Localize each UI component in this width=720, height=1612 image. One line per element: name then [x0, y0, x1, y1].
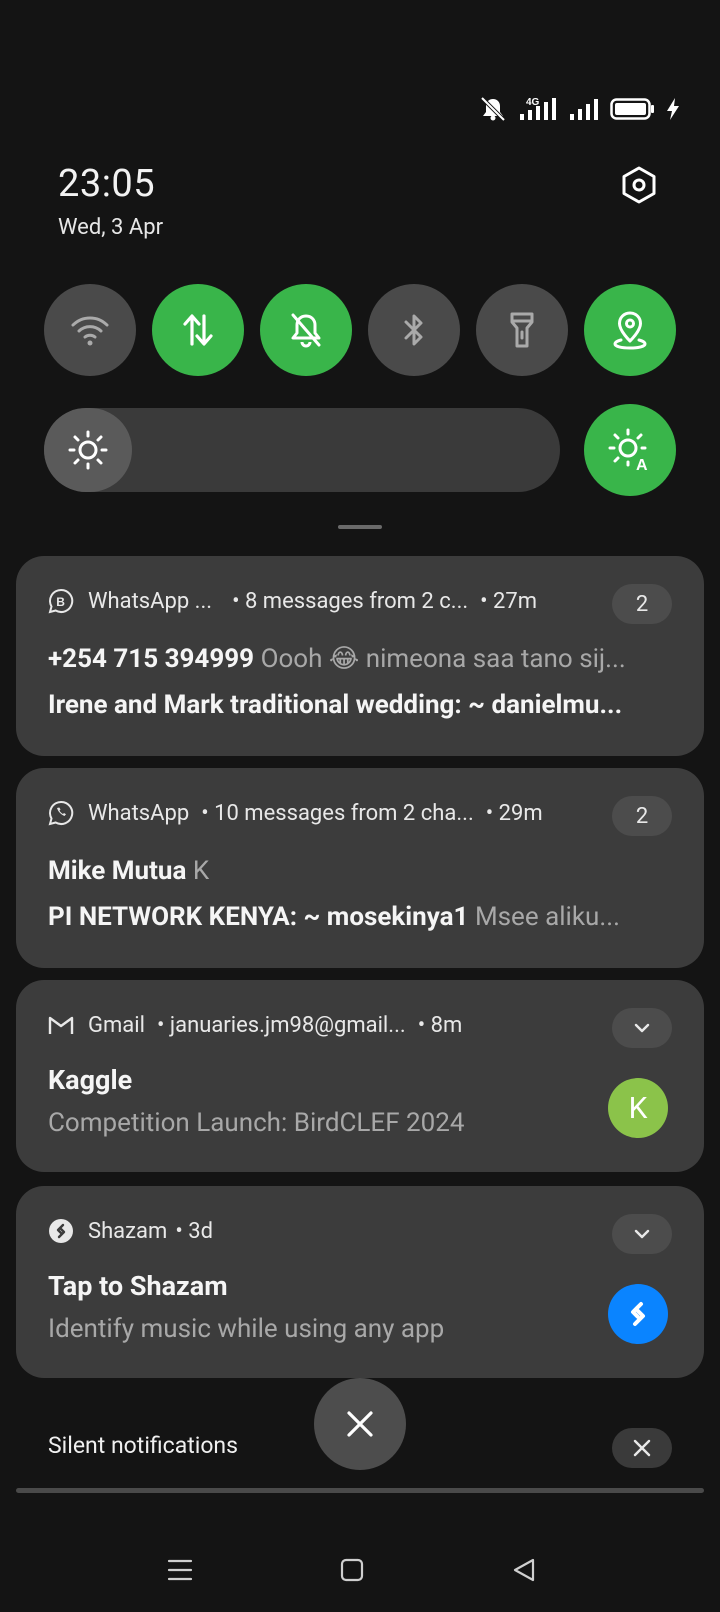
auto-brightness-toggle[interactable]: A [584, 404, 676, 496]
notification-whatsapp[interactable]: WhatsApp • 10 messages from 2 cha... • 2… [16, 768, 704, 968]
notification-title: Tap to Shazam [48, 1270, 228, 1302]
shazam-logo-icon [608, 1284, 668, 1344]
location-icon [613, 311, 647, 350]
settings-icon [622, 166, 656, 204]
app-name: WhatsApp [88, 800, 190, 826]
dismiss-silent-button[interactable] [612, 1428, 672, 1468]
home-button[interactable] [322, 1540, 382, 1600]
tile-wifi[interactable] [44, 284, 136, 376]
notification-time: • 8m [417, 1012, 463, 1038]
notification-gmail[interactable]: Gmail • januaries.jm98@gmail... • 8m Kag… [16, 980, 704, 1172]
message-line: +254 715 394999 Oooh 😂 nimeona saa tano … [48, 644, 670, 674]
mobile-data-icon [183, 314, 213, 346]
expand-button[interactable] [612, 1008, 672, 1048]
notification-summary: • 10 messages from 2 cha... [201, 800, 474, 826]
date: Wed, 3 Apr [58, 215, 164, 240]
close-icon [633, 1439, 651, 1457]
tile-flashlight[interactable] [476, 284, 568, 376]
tile-mobile-data[interactable] [152, 284, 244, 376]
notification-count-badge[interactable]: 2 [612, 796, 672, 836]
tile-location[interactable] [584, 284, 676, 376]
drag-handle[interactable] [338, 525, 382, 529]
divider [16, 1488, 704, 1493]
bluetooth-icon [404, 314, 423, 346]
notification-time: • 29m [485, 800, 543, 826]
whatsapp-icon [48, 800, 74, 826]
sender: +254 715 394999 [48, 644, 255, 674]
gmail-icon [48, 1012, 74, 1038]
notification-title: Kaggle [48, 1064, 133, 1096]
message-text: Oooh 😂 nimeona saa tano sij... [260, 644, 626, 674]
brightness-slider-fill[interactable] [44, 408, 132, 492]
notification-count-badge[interactable]: 2 [612, 584, 672, 624]
shazam-icon [48, 1218, 74, 1244]
sender: Irene and Mark traditional wedding: ~ da… [48, 690, 623, 720]
chevron-down-icon [634, 1229, 650, 1239]
navigation-bar [0, 1540, 720, 1600]
clock: 23:05 [58, 162, 156, 206]
message-text: Msee aliku... [474, 902, 620, 932]
settings-button[interactable] [612, 158, 666, 212]
message-line: PI NETWORK KENYA: ~ mosekinya1 Msee alik… [48, 902, 670, 932]
notification-header: Shazam • 3d [48, 1218, 213, 1244]
notification-shazam[interactable]: Shazam • 3d Tap to Shazam Identify music… [16, 1186, 704, 1378]
signal-icon [570, 99, 598, 120]
chevron-down-icon [634, 1023, 650, 1033]
status-bar: 4G [478, 96, 680, 122]
notification-time: • 3d [175, 1218, 213, 1244]
brightness-slider[interactable] [44, 408, 560, 492]
notification-time: • 27m [480, 588, 538, 614]
close-icon [347, 1411, 373, 1437]
notification-subtitle: Competition Launch: BirdCLEF 2024 [48, 1108, 465, 1138]
message-line: Mike Mutua K [48, 856, 670, 886]
notification-header: B WhatsApp ... • 8 messages from 2 c... … [48, 588, 537, 614]
flashlight-icon [510, 312, 534, 348]
sun-icon [68, 430, 108, 470]
app-name: Shazam [88, 1218, 168, 1244]
notification-whatsapp-business[interactable]: B WhatsApp ... • 8 messages from 2 c... … [16, 556, 704, 756]
silent-notifications-label: Silent notifications [48, 1432, 239, 1459]
avatar: K [608, 1078, 668, 1138]
auto-brightness-icon: A [608, 428, 648, 472]
notification-header: Gmail • januaries.jm98@gmail... • 8m [48, 1012, 462, 1038]
message-text: K [192, 856, 210, 886]
back-button[interactable] [494, 1540, 554, 1600]
notification-header: WhatsApp • 10 messages from 2 cha... • 2… [48, 800, 543, 826]
message-line: Irene and Mark traditional wedding: ~ da… [48, 690, 670, 720]
sender: Mike Mutua [48, 856, 187, 886]
expand-button[interactable] [612, 1214, 672, 1254]
app-name: Gmail [88, 1012, 145, 1038]
tile-do-not-disturb[interactable] [260, 284, 352, 376]
tile-bluetooth[interactable] [368, 284, 460, 376]
bell-off-icon [291, 313, 321, 348]
notification-summary: • 8 messages from 2 c... [232, 588, 469, 614]
wifi-icon [71, 316, 109, 346]
sender: PI NETWORK KENYA: ~ mosekinya1 [48, 902, 469, 932]
back-triangle-icon [513, 1558, 535, 1582]
home-square-icon [340, 1558, 364, 1582]
svg-text:B: B [56, 595, 65, 609]
recents-button[interactable] [150, 1540, 210, 1600]
whatsapp-business-icon: B [48, 588, 74, 614]
app-name: WhatsApp ... [88, 588, 213, 614]
svg-text:A: A [636, 457, 648, 472]
notification-account: • januaries.jm98@gmail... [156, 1012, 406, 1038]
charging-icon [667, 98, 679, 120]
notification-subtitle: Identify music while using any app [48, 1314, 445, 1344]
battery-icon [610, 98, 654, 120]
menu-icon [167, 1559, 193, 1581]
mute-icon [480, 96, 506, 122]
clear-all-button[interactable] [314, 1378, 406, 1470]
signal-4g-icon: 4G [520, 97, 556, 120]
